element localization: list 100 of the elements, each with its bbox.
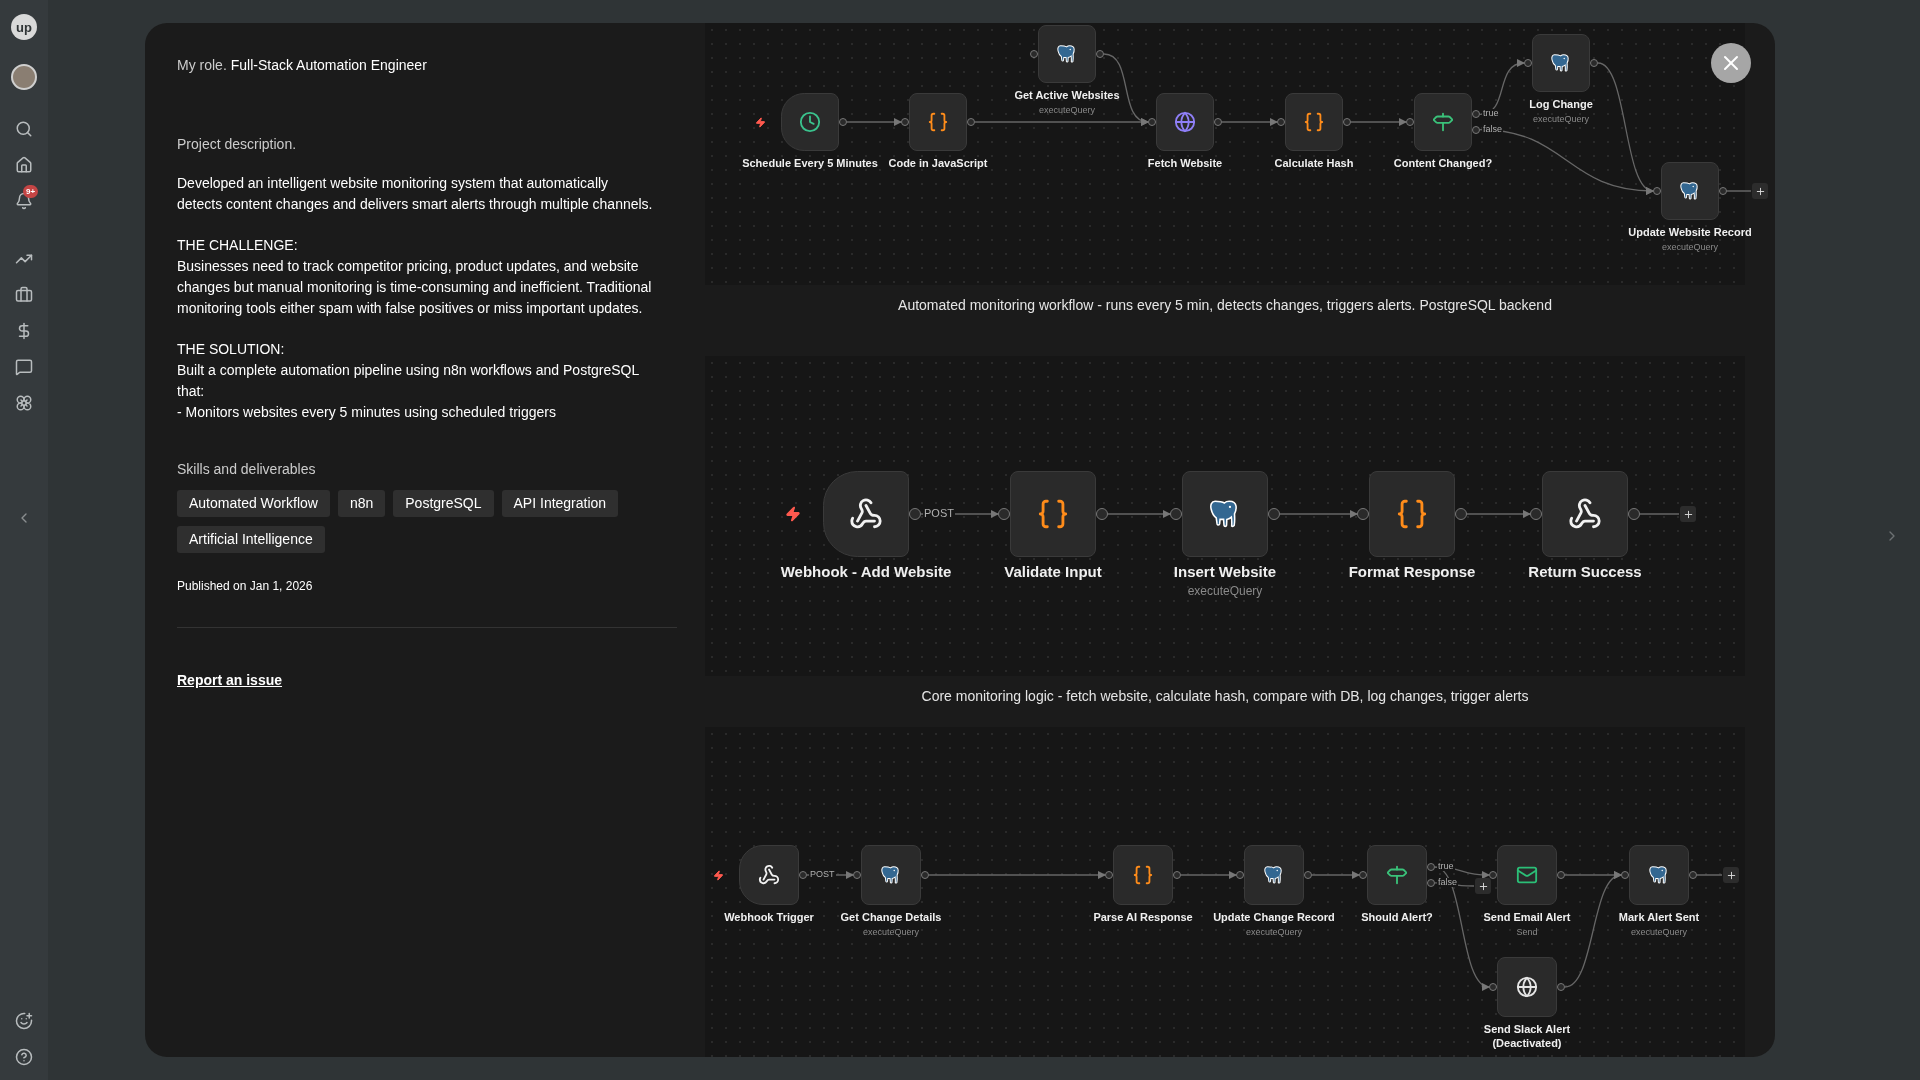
workflow-node[interactable] [823,471,909,557]
output-port[interactable] [799,871,807,879]
smiley-icon[interactable] [15,1012,33,1030]
input-port[interactable] [1621,871,1629,879]
output-port[interactable] [967,118,975,126]
input-port[interactable] [1148,118,1156,126]
add-node-button[interactable] [1680,506,1696,522]
skill-tag[interactable]: Artificial Intelligence [177,526,325,553]
workflow-node[interactable] [1532,34,1590,92]
workflow-node[interactable] [1497,845,1557,905]
workflow-node[interactable] [861,845,921,905]
skill-tag[interactable]: PostgreSQL [393,490,494,517]
node-label: Fetch Website [1147,157,1223,171]
workflow-node[interactable] [1542,471,1628,557]
search-icon[interactable] [15,120,33,138]
input-port[interactable] [1406,118,1414,126]
add-node-button[interactable] [1475,878,1491,894]
node-label: Return Success [1528,563,1642,582]
workflow-node[interactable] [1038,25,1096,83]
logo[interactable]: up [11,14,37,40]
output-port[interactable] [1689,871,1697,879]
input-port[interactable] [1359,871,1367,879]
report-link[interactable]: Report an issue [177,670,283,691]
signpost-icon [1386,864,1408,886]
input-port[interactable] [1653,187,1661,195]
bell-icon[interactable] [15,192,33,210]
workflow-node[interactable] [1010,471,1096,557]
workflow-node[interactable] [1156,93,1214,151]
connector-line [846,118,902,126]
flower-icon[interactable] [15,394,33,412]
braces-icon [927,111,949,133]
output-port[interactable] [1557,871,1565,879]
workflow-caption: Automated monitoring workflow - runs every 5 min, detects changes, triggers alerts. PostgreSQL backend [897,296,1553,315]
output-port[interactable] [1628,508,1640,520]
output-port[interactable] [1719,187,1727,195]
workflow-node[interactable] [1182,471,1268,557]
skill-tag[interactable]: n8n [337,490,386,517]
globe-icon [1174,111,1196,133]
briefcase-icon[interactable] [15,286,33,304]
input-port[interactable] [1170,508,1182,520]
avatar[interactable] [11,64,37,90]
input-port[interactable] [1236,871,1244,879]
braces-icon [1036,497,1070,531]
workflow-node[interactable] [1497,957,1557,1017]
workflow-node[interactable] [1629,845,1689,905]
output-port[interactable] [1343,118,1351,126]
output-port[interactable] [1173,871,1181,879]
input-port[interactable] [1489,871,1497,879]
output-port[interactable] [1096,50,1104,58]
output-label: true [1482,109,1500,119]
output-port[interactable] [1268,508,1280,520]
output-port[interactable] [1590,59,1598,67]
connector-line [1311,871,1360,879]
output-port[interactable] [1096,508,1108,520]
workflow-node[interactable] [1244,845,1304,905]
add-node-button[interactable] [1723,867,1739,883]
chat-icon[interactable] [15,358,33,376]
workflow-node[interactable] [1113,845,1173,905]
home-icon[interactable] [15,156,33,174]
skill-tag[interactable]: API Integration [501,490,619,517]
output-port[interactable] [1214,118,1222,126]
lightning-icon [713,869,724,881]
connector-line [1221,118,1278,126]
input-port[interactable] [1524,59,1532,67]
input-port[interactable] [1530,508,1542,520]
input-port[interactable] [1357,508,1369,520]
plus-icon [1754,185,1766,197]
help-icon[interactable] [15,1048,33,1066]
clock-icon [799,111,821,133]
input-port[interactable] [1105,871,1113,879]
workflow-node[interactable] [909,93,967,151]
workflow-node[interactable] [1369,471,1455,557]
input-port[interactable] [853,871,861,879]
output-port[interactable] [921,871,929,879]
workflow-node[interactable] [1367,845,1427,905]
output-port[interactable] [1304,871,1312,879]
output-label: false [1482,124,1503,134]
plus-icon [1725,869,1737,881]
elephant-icon [1263,864,1285,886]
output-port[interactable] [1455,508,1467,520]
input-port[interactable] [1277,118,1285,126]
output-port[interactable] [909,508,921,520]
output-port[interactable] [1557,983,1565,991]
workflow-node[interactable] [739,845,799,905]
input-port[interactable] [998,508,1010,520]
workflow-node[interactable] [1661,162,1719,220]
workflow-node[interactable] [1414,93,1472,151]
workflow-node[interactable] [781,93,839,151]
output-port[interactable] [839,118,847,126]
skill-tag[interactable]: Automated Workflow [177,490,330,517]
input-port[interactable] [1489,983,1497,991]
connector-line [1466,510,1531,518]
workflow-node[interactable] [1285,93,1343,151]
braces-icon [1395,497,1429,531]
input-port[interactable] [1030,50,1038,58]
input-port[interactable] [901,118,909,126]
add-node-button[interactable] [1752,183,1768,199]
node-label: Update Change Record [1213,911,1335,925]
published-date: Published on Jan 1, 2026 [177,578,314,595]
node-subtitle: executeQuery [1533,113,1589,125]
